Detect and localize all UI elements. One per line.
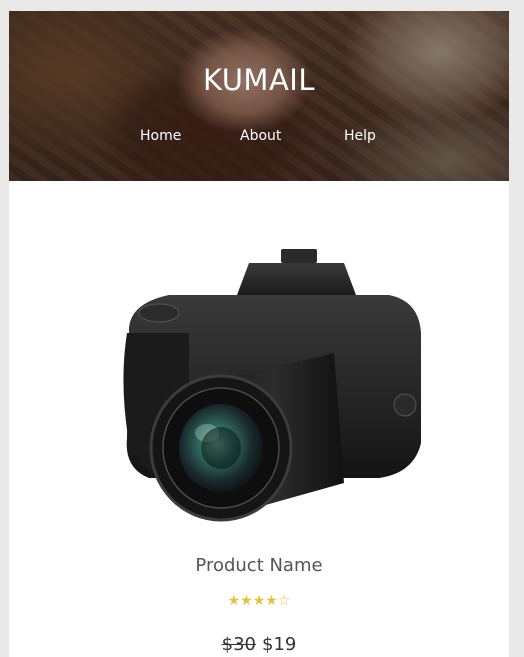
hero-header: KUMAIL Home About Help xyxy=(9,11,509,181)
page-container: KUMAIL Home About Help Product Name ★★★★… xyxy=(9,11,509,657)
product-rating: ★★★★☆ xyxy=(9,593,509,609)
control-dial xyxy=(393,393,417,417)
brand-title: KUMAIL xyxy=(202,63,316,97)
product-name[interactable]: Product Name xyxy=(9,555,509,576)
hot-shoe xyxy=(281,249,317,263)
main-nav: Home About Help xyxy=(9,128,509,148)
product-price: $30 $19 xyxy=(9,634,509,655)
product-image[interactable] xyxy=(109,233,429,533)
nav-help-link[interactable]: Help xyxy=(344,128,376,144)
star-rating-icons: ★★★★☆ xyxy=(227,593,291,609)
old-price: $30 xyxy=(221,634,256,655)
nav-home-link[interactable]: Home xyxy=(140,128,181,144)
nav-about-link[interactable]: About xyxy=(240,128,281,144)
lens-center xyxy=(201,427,241,469)
new-price: $19 xyxy=(262,634,297,655)
mode-dial xyxy=(138,303,180,323)
